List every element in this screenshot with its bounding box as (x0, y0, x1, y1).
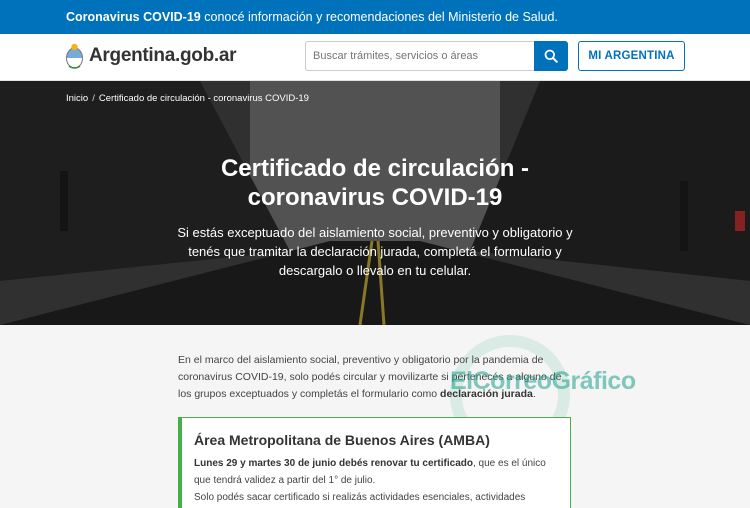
search-input[interactable] (305, 41, 535, 71)
hero-banner: Inicio / Certificado de circulación - coro… (0, 81, 750, 325)
breadcrumb: Inicio / Certificado de circulación - coro… (66, 93, 309, 104)
amba-text-2: Solo podés sacar certificado si realizás… (194, 492, 526, 503)
page-title: Certificado de circulación - coronavirus… (0, 154, 750, 212)
hero-subtitle: Si estás exceptuado del aislamiento soci… (177, 225, 573, 278)
search-icon (544, 49, 558, 63)
site-logo[interactable]: Argentina.gob.ar (66, 43, 237, 69)
alert-text: conocé información y recomendaciones del… (200, 10, 558, 24)
amba-title: Área Metropolitana de Buenos Aires (AMBA… (194, 432, 490, 448)
amba-strong: Lunes 29 y martes 30 de junio debés reno… (194, 458, 473, 469)
coat-of-arms-icon (66, 43, 83, 69)
covid-alert-bar[interactable]: Coronavirus COVID-19 conocé información … (0, 0, 750, 34)
breadcrumb-separator: / (92, 93, 95, 104)
breadcrumb-current: Certificado de circulación - coronavirus… (98, 93, 309, 104)
alert-strong: Coronavirus COVID-19 (66, 10, 201, 24)
amba-body: Lunes 29 y martes 30 de junio debés reno… (194, 455, 558, 506)
breadcrumb-home[interactable]: Inicio (66, 93, 88, 104)
title-line-1: Certificado de circulación - (220, 155, 530, 182)
search-button[interactable] (534, 41, 568, 71)
mi-argentina-button[interactable]: MI ARGENTINA (578, 41, 685, 71)
amba-notice-card: Área Metropolitana de Buenos Aires (AMBA… (178, 417, 571, 508)
watermark-logo: ElCorreoGráfico (450, 367, 636, 395)
logo-text: Argentina.gob.ar (89, 45, 237, 66)
main-content: En el marco del aislamiento social, prev… (0, 325, 750, 508)
site-header: Argentina.gob.ar MI ARGENTINA (0, 34, 750, 81)
title-line-2: coronavirus COVID-19 (247, 184, 503, 211)
